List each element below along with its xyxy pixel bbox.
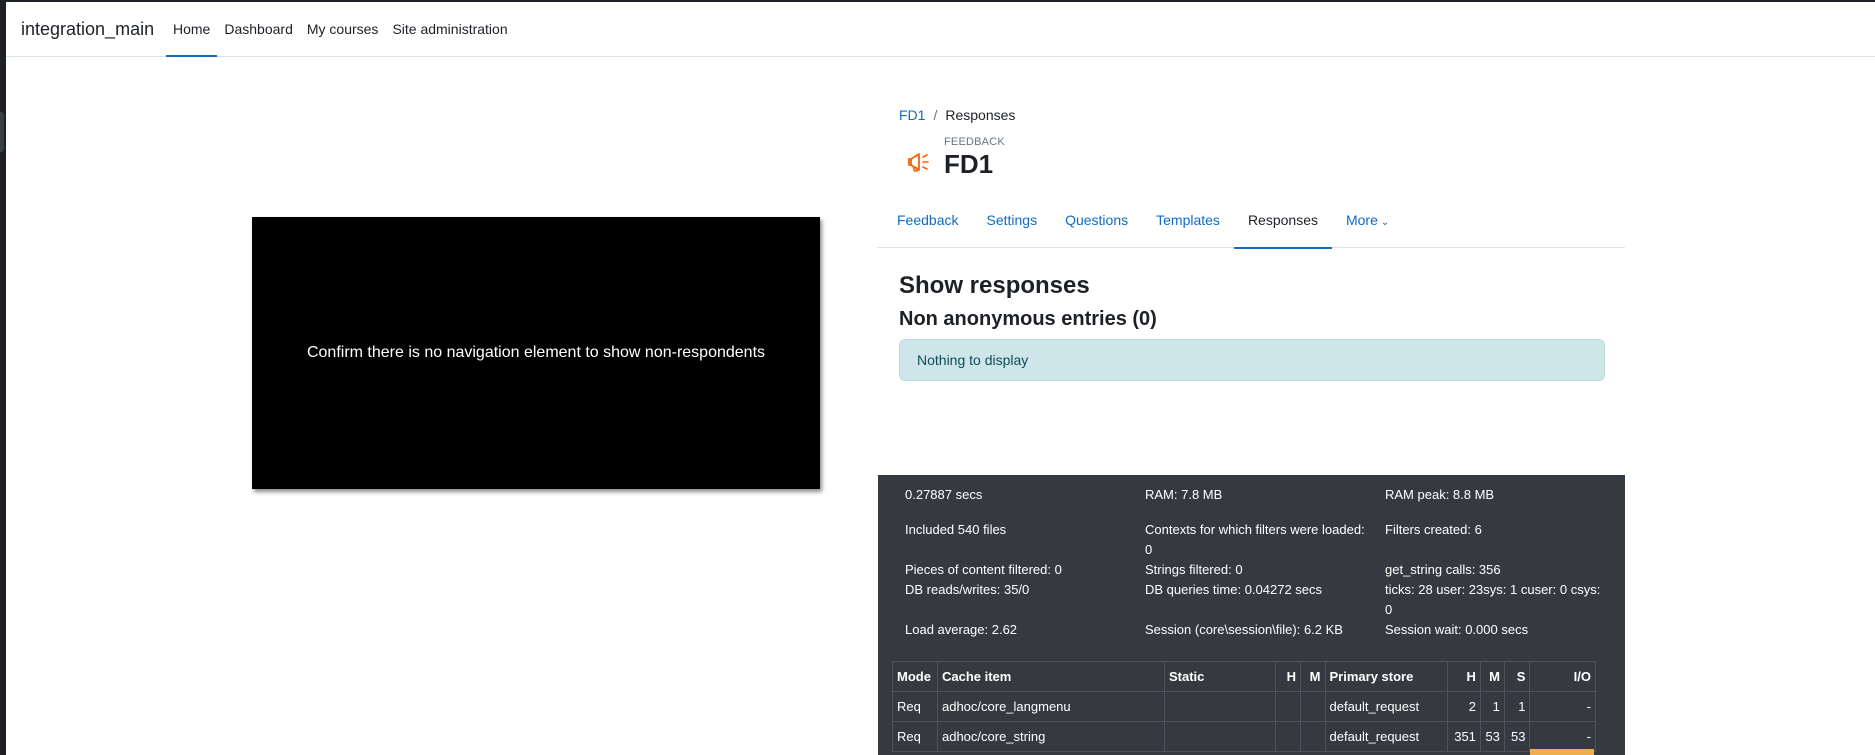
- breadcrumb: FD1 / Responses: [899, 107, 1015, 123]
- cell-misses: 53: [1479, 721, 1505, 752]
- cell-hits: 351: [1447, 721, 1481, 752]
- activity-type-label: FEEDBACK: [944, 136, 1005, 148]
- tab-questions[interactable]: Questions: [1051, 200, 1142, 248]
- perf-content-filtered: Pieces of content filtered: 0: [905, 562, 1062, 577]
- perf-session-wait: Session wait: 0.000 secs: [1385, 622, 1529, 637]
- perf-session-size: Session (core\session\file): 6.2 KB: [1145, 622, 1343, 637]
- cell-static-hits: [1275, 721, 1301, 752]
- activity-header-text: FEEDBACK FD1: [944, 136, 1005, 180]
- tab-more-label: More: [1345, 212, 1378, 228]
- column-header-static-misses: M: [1299, 661, 1326, 692]
- nav-dashboard[interactable]: Dashboard: [217, 2, 300, 56]
- perf-get-string-calls: get_string calls: 356: [1385, 562, 1501, 577]
- tab-settings[interactable]: Settings: [972, 200, 1051, 248]
- cell-sets: 1: [1503, 691, 1531, 722]
- perf-contexts-filters: Contexts for which filters were loaded: …: [1145, 522, 1365, 557]
- nav-my-courses[interactable]: My courses: [300, 2, 386, 56]
- tab-responses[interactable]: Responses: [1233, 200, 1333, 249]
- perf-filters-created: Filters created: 6: [1385, 522, 1482, 537]
- column-header-hits: H: [1447, 661, 1481, 692]
- cell-io: -: [1529, 721, 1596, 752]
- non-anonymous-entries-heading: Non anonymous entries (0): [899, 308, 1157, 330]
- cell-sets: 53: [1503, 721, 1531, 752]
- page-title: FD1: [944, 149, 994, 179]
- primary-navigation: Home Dashboard My courses Site administr…: [166, 2, 515, 57]
- column-header-sets: S: [1503, 661, 1531, 692]
- cell-mode: Req: [892, 721, 938, 752]
- perf-included-files: Included 540 files: [905, 522, 1007, 537]
- show-responses-heading: Show responses: [899, 272, 1090, 299]
- cell-static-misses: [1299, 721, 1326, 752]
- cell-static-misses: [1299, 691, 1326, 722]
- breadcrumb-current: Responses: [945, 107, 1016, 123]
- activity-header: FEEDBACK FD1: [906, 136, 1005, 180]
- site-brand[interactable]: integration_main: [21, 19, 154, 40]
- breadcrumb-link-fd1[interactable]: FD1: [899, 107, 925, 123]
- column-header-static-hits: H: [1275, 661, 1301, 692]
- cell-primary-store: default_request: [1324, 721, 1449, 752]
- perf-ram: RAM: 7.8 MB: [1145, 487, 1223, 502]
- cache-usage-table: Mode Cache item Static H M Primary store…: [892, 661, 1596, 752]
- perf-db-reads-writes: DB reads/writes: 35/0: [905, 582, 1030, 597]
- nav-site-administration[interactable]: Site administration: [385, 2, 514, 56]
- secondary-navigation: Feedback Settings Questions Templates Re…: [877, 200, 1625, 249]
- column-header-mode: Mode: [892, 661, 938, 692]
- cell-misses: 1: [1479, 691, 1505, 722]
- perf-ticks: ticks: 28 user: 23sys: 1 cuser: 0 csys: …: [1385, 582, 1601, 617]
- cell-static-hits: [1275, 691, 1301, 722]
- perf-db-queries-time: DB queries time: 0.04272 secs: [1145, 582, 1323, 597]
- perf-time: 0.27887 secs: [905, 487, 983, 502]
- io-highlight-cell: [1530, 749, 1594, 755]
- tab-more[interactable]: More ⌄: [1332, 200, 1403, 248]
- table-row: Req adhoc/core_string default_request 35…: [892, 721, 1596, 752]
- test-instruction-overlay: Confirm there is no navigation element t…: [252, 217, 820, 489]
- cell-io: -: [1529, 691, 1596, 722]
- cell-hits: 2: [1447, 691, 1481, 722]
- cell-primary-store: default_request: [1324, 691, 1449, 722]
- tab-templates[interactable]: Templates: [1142, 200, 1234, 248]
- cell-cache-item: adhoc/core_langmenu: [936, 691, 1165, 722]
- nav-home[interactable]: Home: [166, 2, 218, 57]
- column-header-primary-store: Primary store: [1324, 661, 1449, 692]
- cell-mode: Req: [892, 691, 938, 722]
- chevron-down-icon: ⌄: [1380, 217, 1390, 228]
- overlay-message: Confirm there is no navigation element t…: [306, 344, 766, 361]
- performance-footer: 0.27887 secs RAM: 7.8 MB RAM peak: 8.8 M…: [878, 475, 1625, 755]
- table-row: Req adhoc/core_langmenu default_request …: [892, 691, 1596, 722]
- table-header-row: Mode Cache item Static H M Primary store…: [892, 661, 1596, 692]
- window-edge-handle: [0, 112, 4, 152]
- tab-feedback[interactable]: Feedback: [883, 200, 972, 248]
- perf-strings-filtered: Strings filtered: 0: [1145, 562, 1243, 577]
- breadcrumb-separator: /: [933, 107, 938, 123]
- top-navbar: integration_main Home Dashboard My cours…: [6, 2, 1875, 57]
- column-header-cache-item: Cache item: [936, 661, 1165, 692]
- column-header-misses: M: [1479, 661, 1505, 692]
- column-header-static: Static: [1163, 661, 1277, 692]
- perf-load-average: Load average: 2.62: [905, 622, 1018, 637]
- cell-cache-item: adhoc/core_string: [936, 721, 1165, 752]
- megaphone-icon: [906, 148, 934, 176]
- column-header-io: I/O: [1529, 661, 1596, 692]
- empty-state-alert: Nothing to display: [899, 339, 1605, 381]
- perf-ram-peak: RAM peak: 8.8 MB: [1385, 487, 1495, 502]
- cell-static: [1163, 721, 1277, 752]
- cell-static: [1163, 691, 1277, 722]
